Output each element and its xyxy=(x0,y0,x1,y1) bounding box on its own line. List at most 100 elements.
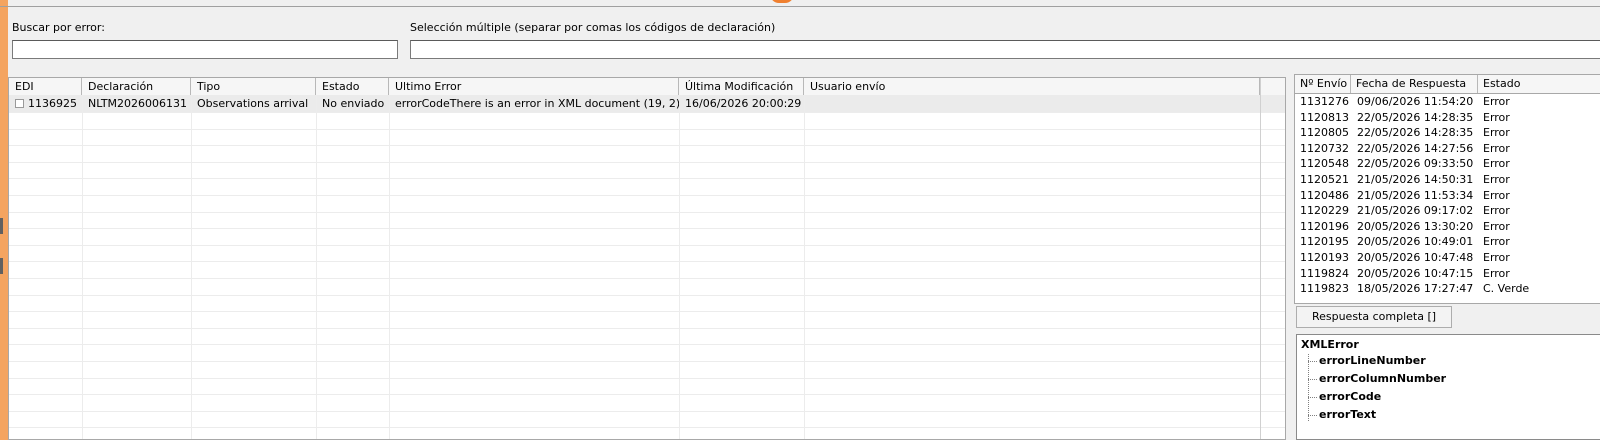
responses-list[interactable]: Nº Envío Fecha de Respuesta Estado 11312… xyxy=(1294,74,1600,304)
cell-declaracion[interactable]: NLTM2026006131 xyxy=(82,95,191,112)
grid-row-line xyxy=(9,311,1285,313)
response-row[interactable]: 1120195 20/05/2026 10:49:01 Error xyxy=(1295,234,1600,250)
response-fecha: 20/05/2026 10:47:15 xyxy=(1357,266,1474,280)
tree-connector xyxy=(1308,379,1317,380)
tree-connector xyxy=(1308,397,1317,398)
tree-node[interactable]: errorCode xyxy=(1319,390,1381,403)
grid-header: EDI Declaración Tipo Estado Ultimo Error… xyxy=(9,78,1285,96)
column-header-envio[interactable]: Nº Envío xyxy=(1295,75,1351,93)
response-estado: Error xyxy=(1483,173,1510,186)
grid-column-line xyxy=(679,95,680,439)
response-fecha: 22/05/2026 14:28:35 xyxy=(1357,110,1474,124)
column-header-edi[interactable]: EDI xyxy=(9,78,82,95)
response-estado: Error xyxy=(1483,251,1510,264)
response-fecha: 21/05/2026 09:17:02 xyxy=(1357,204,1474,218)
grid-row-line xyxy=(9,145,1285,147)
tree-root-node[interactable]: XMLError xyxy=(1301,338,1359,351)
response-estado: Error xyxy=(1483,141,1510,155)
response-row[interactable]: 1120548 22/05/2026 09:33:50 Error xyxy=(1295,156,1600,172)
response-estado: Error xyxy=(1483,126,1510,140)
response-row[interactable]: 1119824 20/05/2026 10:47:15 Error xyxy=(1295,266,1600,282)
tree-node[interactable]: errorLineNumber xyxy=(1319,354,1426,367)
grid-column-line xyxy=(191,95,192,439)
response-envio: 1120193 xyxy=(1300,251,1349,264)
response-fecha: 20/05/2026 10:47:48 xyxy=(1357,251,1474,264)
response-estado: Error xyxy=(1483,235,1510,249)
response-envio: 1120521 xyxy=(1300,173,1349,186)
column-header-tipo[interactable]: Tipo xyxy=(191,78,316,95)
grid-row-line xyxy=(9,410,1285,412)
response-estado: Error xyxy=(1483,219,1510,233)
response-estado: C. Verde xyxy=(1483,282,1530,296)
response-row[interactable]: 1120196 20/05/2026 13:30:20 Error xyxy=(1295,219,1600,235)
cell-edi-value: 1136925 xyxy=(28,97,77,110)
cell-ultimo-error[interactable]: errorCodeThere is an error in XML docume… xyxy=(389,95,679,112)
tree-node[interactable]: errorText xyxy=(1319,408,1376,421)
response-envio: 1131276 xyxy=(1300,95,1349,108)
response-fecha: 22/05/2026 14:27:56 xyxy=(1357,141,1474,155)
response-fecha: 20/05/2026 10:49:01 xyxy=(1357,235,1474,249)
grid-row-line xyxy=(9,112,1285,113)
grid-row-line xyxy=(9,361,1285,362)
response-envio: 1119824 xyxy=(1300,266,1349,280)
column-header-ultimo-error[interactable]: Ultimo Error xyxy=(389,78,679,95)
tree-connector xyxy=(1308,354,1309,421)
column-header-declaracion[interactable]: Declaración xyxy=(82,78,191,95)
response-row[interactable]: 1120813 22/05/2026 14:28:35 Error xyxy=(1295,110,1600,126)
grid-column-line xyxy=(82,95,83,439)
response-estado: Error xyxy=(1483,110,1510,124)
response-fecha: 21/05/2026 14:50:31 xyxy=(1357,173,1474,186)
response-envio: 1120732 xyxy=(1300,141,1349,155)
full-response-button[interactable]: Respuesta completa [] xyxy=(1296,306,1452,328)
row-checkbox[interactable] xyxy=(15,99,24,108)
column-header-ultima-modificacion[interactable]: Última Modificación xyxy=(679,78,804,95)
cell-edi[interactable]: 1136925 xyxy=(9,95,82,112)
responses-header: Nº Envío Fecha de Respuesta Estado xyxy=(1295,75,1600,94)
column-header-usuario-envio[interactable]: Usuario envío xyxy=(804,78,1260,95)
grid-scrollbar-track[interactable] xyxy=(1260,78,1261,439)
grid-row-line xyxy=(9,294,1285,296)
cell-ultima-modificacion[interactable]: 16/06/2026 20:00:29 xyxy=(679,95,804,112)
grid-row-line xyxy=(9,211,1285,213)
cell-tipo[interactable]: Observations arrival xyxy=(191,95,316,112)
response-envio: 1120195 xyxy=(1300,235,1349,249)
response-row[interactable]: 1119823 18/05/2026 17:27:47 C. Verde xyxy=(1295,281,1600,297)
response-estado: Error xyxy=(1483,266,1510,280)
multi-select-input[interactable] xyxy=(410,40,1600,59)
declarations-grid[interactable]: EDI Declaración Tipo Estado Ultimo Error… xyxy=(8,77,1286,440)
response-envio: 1120486 xyxy=(1300,188,1349,202)
response-fecha: 09/06/2026 11:54:20 xyxy=(1357,95,1474,108)
column-header-fecha-respuesta[interactable]: Fecha de Respuesta xyxy=(1351,75,1478,93)
tree-node[interactable]: errorColumnNumber xyxy=(1319,372,1446,385)
grid-row-line xyxy=(9,344,1285,346)
column-header-estado[interactable]: Estado xyxy=(316,78,389,95)
response-row[interactable]: 1120229 21/05/2026 09:17:02 Error xyxy=(1295,203,1600,219)
response-fecha: 22/05/2026 14:28:35 xyxy=(1357,126,1474,140)
grid-row-line xyxy=(9,278,1285,279)
grid-row-line xyxy=(9,427,1285,429)
response-row[interactable]: 1131276 09/06/2026 11:54:20 Error xyxy=(1295,94,1600,110)
response-estado: Error xyxy=(1483,95,1510,108)
response-fecha: 22/05/2026 09:33:50 xyxy=(1357,157,1474,171)
response-envio: 1119823 xyxy=(1300,282,1349,296)
grid-row-line xyxy=(9,377,1285,379)
top-orange-indicator xyxy=(770,0,794,3)
splitter-mark xyxy=(0,258,3,274)
response-row[interactable]: 1120486 21/05/2026 11:53:34 Error xyxy=(1295,188,1600,204)
cell-estado[interactable]: No enviado xyxy=(316,95,389,112)
response-row[interactable]: 1120732 22/05/2026 14:27:56 Error xyxy=(1295,141,1600,157)
response-row[interactable]: 1120193 20/05/2026 10:47:48 Error xyxy=(1295,250,1600,266)
response-envio: 1120813 xyxy=(1300,110,1349,124)
grid-row-line xyxy=(9,261,1285,263)
grid-column-line xyxy=(389,95,390,439)
grid-row-line xyxy=(9,161,1285,163)
search-error-input[interactable] xyxy=(12,40,398,59)
response-row[interactable]: 1120521 21/05/2026 14:50:31 Error xyxy=(1295,172,1600,188)
grid-row-line xyxy=(9,195,1285,196)
response-estado: Error xyxy=(1483,204,1510,218)
multi-select-label: Selección múltiple (separar por comas lo… xyxy=(410,21,776,34)
xml-error-tree[interactable]: XMLError errorLineNumber errorColumnNumb… xyxy=(1296,334,1600,440)
cell-usuario-envio[interactable] xyxy=(804,95,1260,112)
response-row[interactable]: 1120805 22/05/2026 14:28:35 Error xyxy=(1295,125,1600,141)
column-header-estado-respuesta[interactable]: Estado xyxy=(1478,75,1600,93)
